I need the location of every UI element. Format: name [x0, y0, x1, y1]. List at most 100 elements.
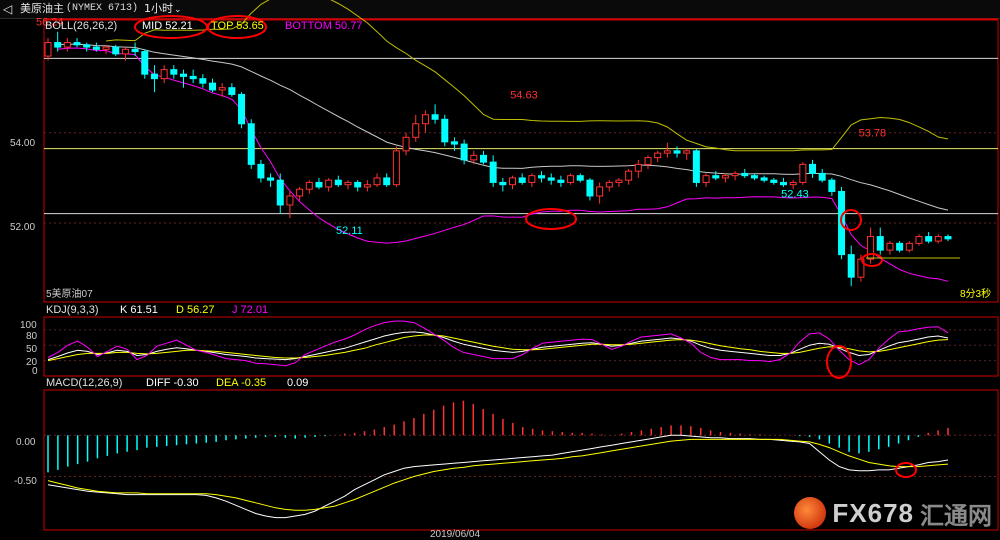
candle-body	[867, 236, 875, 260]
candle-body	[441, 118, 449, 143]
candle-body	[712, 175, 720, 179]
candle-body	[625, 170, 633, 181]
candle-body	[286, 195, 294, 206]
countdown-label: 8分3秒	[960, 287, 991, 300]
fx678-logo-icon	[794, 497, 827, 529]
candle-body	[276, 179, 284, 206]
candle-body	[218, 87, 226, 91]
candle-body	[634, 163, 642, 172]
candle-body	[431, 114, 439, 120]
candle-body	[141, 51, 149, 75]
candle-body	[770, 179, 778, 183]
candle-body	[596, 186, 604, 197]
candle-body	[760, 177, 768, 181]
candle-body	[847, 254, 855, 278]
candle-body	[644, 157, 652, 165]
fx678-watermark: FX678 汇通网	[794, 496, 992, 530]
candle-body	[450, 141, 458, 145]
candle-body	[509, 177, 517, 186]
price-panel[interactable]: 56.2454.6353.7852.4352.1150.60	[36, 0, 1000, 305]
candle-body	[199, 78, 207, 84]
kdj-series-k	[47, 331, 949, 361]
candle-body	[54, 42, 62, 48]
candle-body	[934, 236, 942, 242]
candle-body	[567, 175, 575, 183]
chart-canvas: 56.2454.6353.7852.4352.1150.60 BOLL(26,2…	[10, 0, 1000, 540]
candle-body	[383, 177, 391, 186]
candle-body	[896, 242, 904, 251]
highlight-kdj-cross	[826, 345, 852, 379]
date-axis-label: 2019/06/04	[430, 529, 480, 540]
price-annotation: 52.43	[781, 189, 809, 201]
macd-indicator-label[interactable]: MACD(12,26,9)	[46, 377, 122, 389]
candle-body	[470, 154, 478, 161]
candle-body	[92, 46, 100, 50]
candle-body	[615, 179, 623, 183]
candle-body	[305, 181, 313, 190]
candle-body	[702, 175, 710, 183]
candle-body	[344, 181, 352, 186]
macd-value-label: 0.09	[287, 377, 308, 389]
candle-body	[179, 73, 187, 77]
price-annotation: 52.11	[336, 225, 363, 237]
candle-body	[354, 181, 362, 188]
candle-body	[402, 136, 410, 152]
candle-body	[731, 172, 739, 177]
candle-body	[499, 181, 507, 186]
candle-body	[692, 150, 700, 183]
price-annotation: 54.63	[510, 89, 538, 101]
macd-tick-minus05: -0.50	[14, 476, 37, 487]
candle-body	[112, 46, 120, 55]
candle-body	[160, 69, 168, 80]
kdj-indicator-label[interactable]: KDJ(9,3,3)	[46, 304, 99, 316]
candle-body	[944, 236, 952, 240]
candle-body	[779, 181, 787, 186]
boll-indicator-label[interactable]: BOLL(26,26,2)	[45, 20, 117, 32]
candle-body	[363, 184, 371, 188]
macd-diff-label: DIFF -0.30	[146, 377, 199, 389]
candle-body	[209, 82, 217, 91]
highlight-macd-cross	[895, 462, 917, 478]
panel-border	[43, 316, 999, 377]
kdj-series-j	[47, 320, 949, 367]
candle-body	[673, 150, 681, 154]
candle-body	[315, 181, 323, 188]
candle-body	[809, 163, 817, 174]
candle-body	[189, 75, 197, 80]
kdj-tick-0: 0	[32, 366, 38, 377]
candle-body	[373, 177, 381, 186]
candle-body	[44, 42, 52, 57]
macd-dea-label: DEA -0.35	[216, 377, 266, 389]
candle-body	[876, 236, 884, 251]
candle-body	[557, 179, 565, 183]
candle-body	[547, 177, 555, 181]
candle-body	[576, 175, 584, 181]
candle-body	[170, 69, 178, 75]
kdj-j-label: J 72.01	[232, 304, 268, 316]
boll-bottom-label: BOTTOM 50.77	[285, 20, 362, 32]
candle-body	[905, 242, 913, 251]
candle-body	[267, 177, 275, 181]
candle-body	[325, 179, 333, 188]
candle-body	[538, 175, 546, 179]
candle-body	[518, 177, 526, 183]
candle-body	[392, 150, 400, 186]
kdj-panel[interactable]	[44, 320, 998, 379]
candle-body	[421, 114, 429, 125]
panel-border	[43, 19, 999, 303]
candle-body	[83, 44, 91, 48]
candle-body	[828, 179, 836, 192]
kdj-tick-100: 100	[20, 320, 37, 331]
highlight-low	[525, 208, 577, 230]
candle-body	[489, 161, 497, 183]
candle-body	[721, 175, 729, 179]
candle-body	[63, 42, 71, 48]
candle-body	[73, 42, 81, 46]
kdj-d-label: D 56.27	[176, 304, 215, 316]
candle-body	[238, 93, 246, 125]
candle-body	[334, 179, 342, 186]
candle-body	[131, 48, 139, 53]
candle-body	[683, 150, 691, 154]
kdj-tick-80: 80	[26, 331, 38, 342]
candle-body	[228, 87, 236, 95]
